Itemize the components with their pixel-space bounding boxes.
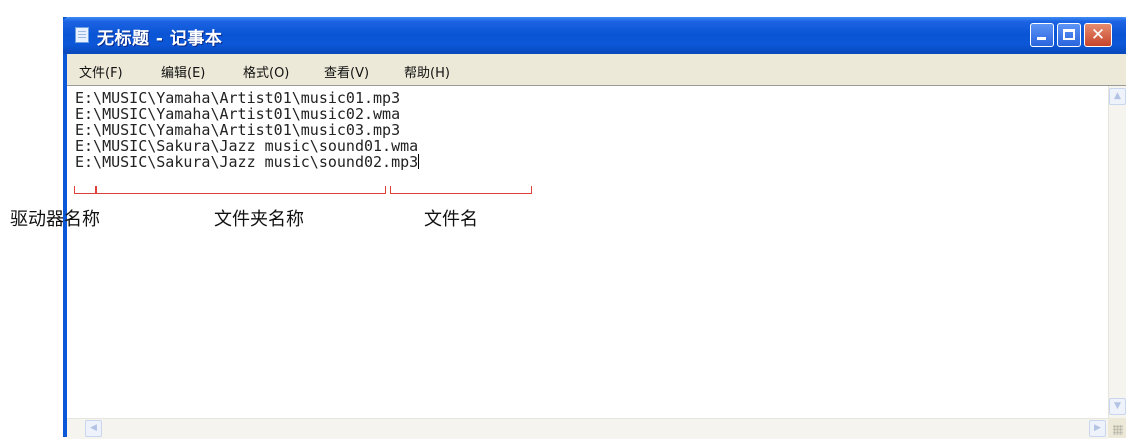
minimize-icon — [1037, 37, 1046, 40]
text-editor[interactable]: E:\MUSIC\Yamaha\Artist01\music01.mp3 E:\… — [67, 85, 1126, 439]
text-content[interactable]: E:\MUSIC\Yamaha\Artist01\music01.mp3 E:\… — [75, 89, 420, 171]
maximize-button[interactable] — [1057, 23, 1081, 47]
maximize-icon — [1063, 29, 1075, 40]
folder-bracket — [96, 186, 386, 194]
scroll-right-icon[interactable]: ▶ — [1089, 420, 1106, 437]
menu-view[interactable]: 查看(V) — [324, 62, 369, 81]
horizontal-scrollbar[interactable]: ◀ ▶ — [67, 418, 1108, 439]
text-line: E:\MUSIC\Yamaha\Artist01\music01.mp3 — [75, 89, 401, 107]
vertical-scrollbar[interactable]: ▲ ▼ — [1108, 86, 1126, 418]
menu-help[interactable]: 帮助(H) — [404, 62, 450, 81]
resize-grip-icon[interactable] — [1108, 418, 1126, 438]
menu-file[interactable]: 文件(F) — [79, 62, 123, 81]
text-line-last: E:\MUSIC\Sakura\Jazz music\sound02.mp3 — [75, 153, 420, 171]
text-line: E:\MUSIC\Yamaha\Artist01\music03.mp3 — [75, 121, 401, 139]
menu-edit[interactable]: 编辑(E) — [161, 62, 205, 81]
text-line: E:\MUSIC\Sakura\Jazz music\sound02.mp3 — [75, 153, 419, 171]
drive-name-label: 驱动器名称 — [10, 209, 100, 230]
scroll-up-icon[interactable]: ▲ — [1109, 88, 1126, 105]
drive-bracket — [74, 186, 96, 194]
menu-format[interactable]: 格式(O) — [243, 62, 289, 81]
close-icon: ✕ — [1090, 25, 1106, 45]
scroll-left-icon[interactable]: ◀ — [85, 420, 102, 437]
notepad-icon[interactable] — [75, 27, 89, 43]
scroll-down-icon[interactable]: ▼ — [1109, 398, 1126, 415]
text-caret — [418, 154, 420, 169]
text-line: E:\MUSIC\Yamaha\Artist01\music02.wma — [75, 105, 401, 123]
text-line: E:\MUSIC\Sakura\Jazz music\sound01.wma — [75, 137, 419, 155]
file-bracket — [390, 186, 532, 194]
file-name-label: 文件名 — [424, 209, 478, 230]
window-title: 无标题 - 记事本 — [97, 29, 223, 49]
minimize-button[interactable] — [1030, 23, 1054, 47]
menu-bar: 文件(F) 编辑(E) 格式(O) 查看(V) 帮助(H) — [67, 54, 1126, 86]
folder-name-label: 文件夹名称 — [214, 209, 304, 230]
close-button[interactable]: ✕ — [1084, 23, 1112, 47]
title-bar[interactable]: 无标题 - 记事本 ✕ — [63, 17, 1126, 54]
